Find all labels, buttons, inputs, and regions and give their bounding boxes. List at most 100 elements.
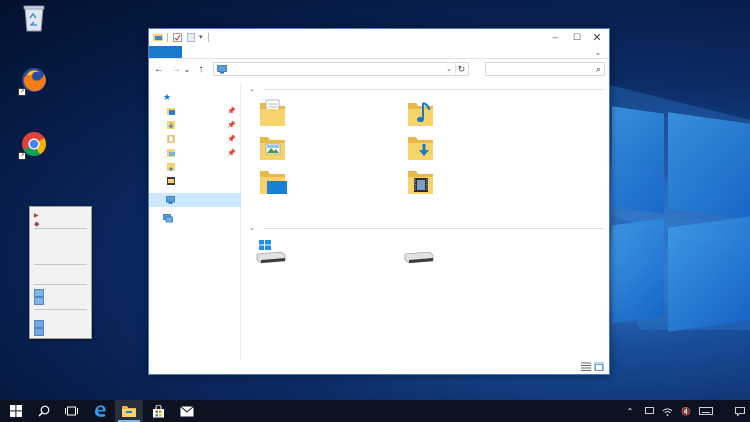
videos-folder-icon xyxy=(408,171,433,194)
mail-icon xyxy=(180,405,194,416)
mail-taskbar-button[interactable] xyxy=(173,400,201,422)
nav-item-pictures[interactable]: 📌 xyxy=(167,147,239,159)
menu-separator xyxy=(34,284,87,285)
folder-documents[interactable] xyxy=(257,97,289,129)
this-pc-icon xyxy=(217,64,227,73)
menu-separator xyxy=(34,228,87,229)
menu-separator xyxy=(34,309,87,310)
pin-icon[interactable]: 📌 xyxy=(227,121,236,129)
folder-desktop[interactable] xyxy=(257,165,289,197)
content-pane: ⌄ ⌄ xyxy=(243,83,609,361)
nav-quick-access[interactable]: ★ xyxy=(163,91,235,103)
desktop-folder-icon xyxy=(260,171,287,194)
file-explorer-icon xyxy=(122,406,136,417)
nav-item-downloads[interactable]: 📌 xyxy=(167,119,239,131)
address-bar[interactable]: ⌄ ↻ xyxy=(213,62,469,76)
pictures-folder-icon xyxy=(260,137,285,160)
ribbon-expand-chevron-icon[interactable]: ⌄ xyxy=(593,45,603,59)
show-hidden-icons-chevron-icon[interactable]: ⌃ xyxy=(624,405,636,417)
search-icon: ⌕ xyxy=(595,63,601,74)
details-view-button[interactable] xyxy=(581,362,591,371)
title-bar[interactable]: ▾ – ☐ ✕ xyxy=(149,29,609,45)
refresh-button[interactable]: ↻ xyxy=(455,63,467,75)
store-icon xyxy=(152,404,164,417)
pin-icon[interactable]: 📌 xyxy=(227,107,236,115)
documents-folder-icon xyxy=(260,99,285,126)
network-tray-icon xyxy=(644,406,654,414)
action-center-tray-icon[interactable] xyxy=(643,405,655,417)
shortcut-arrow-icon: ↗ xyxy=(18,152,26,160)
nav-item-desktop[interactable]: 📌 xyxy=(167,105,239,117)
large-icons-view-button[interactable] xyxy=(594,362,604,371)
search-icon xyxy=(38,405,50,417)
wallpaper-logo-pane xyxy=(668,216,750,332)
volume-muted-tray-icon[interactable]: 🔇 xyxy=(680,405,692,417)
file-explorer-taskbar-button[interactable] xyxy=(115,400,143,422)
nav-item-this-pc[interactable] xyxy=(149,193,241,207)
keyboard-tray-icon[interactable] xyxy=(698,405,714,417)
address-dropdown-icon[interactable]: ⌄ xyxy=(444,63,454,75)
wallpaper-logo-pane xyxy=(612,218,664,324)
store-taskbar-button[interactable] xyxy=(144,400,172,422)
recycle-bin-icon[interactable] xyxy=(16,0,52,36)
explorer-app-icon xyxy=(153,32,163,42)
folder-music[interactable] xyxy=(405,97,437,129)
close-button[interactable]: ✕ xyxy=(587,29,607,45)
quick-access-star-icon: ★ xyxy=(163,91,172,102)
folder-downloads[interactable] xyxy=(405,131,437,163)
maximize-button[interactable]: ☐ xyxy=(567,29,587,45)
context-menu-item[interactable] xyxy=(34,319,47,337)
customize-toolbar-chevron-icon[interactable]: ▾ xyxy=(199,33,203,41)
monitor-app-icon xyxy=(34,320,44,336)
shortcut-arrow-icon: ↗ xyxy=(18,88,26,96)
drive-data[interactable] xyxy=(403,239,435,271)
nav-item-videos[interactable] xyxy=(167,175,239,187)
group-header-devices[interactable]: ⌄ xyxy=(249,222,605,234)
nav-item-music[interactable] xyxy=(167,161,239,173)
recent-locations-button[interactable]: ⌄ xyxy=(183,62,191,76)
up-button[interactable]: ↑ xyxy=(194,62,208,76)
windows-drive-icon xyxy=(256,240,286,264)
folder-pictures[interactable] xyxy=(257,131,289,163)
edge-icon xyxy=(94,405,106,417)
properties-icon[interactable] xyxy=(172,32,182,42)
windows-logo-icon xyxy=(10,405,22,417)
drive-windows[interactable] xyxy=(255,239,287,271)
chrome-icon[interactable]: ↗ xyxy=(16,126,52,162)
group-header-folders[interactable]: ⌄ xyxy=(249,83,605,95)
pin-icon[interactable]: 📌 xyxy=(227,149,236,157)
edge-taskbar-button[interactable] xyxy=(86,400,114,422)
context-menu-item[interactable] xyxy=(34,288,47,306)
downloads-folder-small-icon xyxy=(167,121,175,129)
firefox-icon[interactable]: ↗ xyxy=(16,62,52,98)
collapse-chevron-icon: ⌄ xyxy=(249,225,255,232)
forward-button[interactable]: → xyxy=(169,62,183,76)
pin-icon[interactable]: 📌 xyxy=(227,135,236,143)
folder-videos[interactable] xyxy=(405,165,437,197)
diamond-icon: ◆ xyxy=(34,221,40,228)
notifications-icon xyxy=(735,406,745,416)
taskbar-search-button[interactable] xyxy=(30,400,58,422)
pointer-icon: ▶ xyxy=(34,212,39,219)
taskbar: ⌃ 🔇 xyxy=(0,400,750,422)
wifi-tray-icon[interactable] xyxy=(661,405,673,417)
keyboard-icon xyxy=(699,407,713,415)
start-button[interactable] xyxy=(2,400,30,422)
videos-folder-small-icon xyxy=(167,177,175,185)
search-input[interactable]: ⌕ xyxy=(485,62,605,76)
new-folder-icon[interactable] xyxy=(186,32,196,42)
notifications-tray-icon[interactable] xyxy=(734,405,746,417)
back-button[interactable]: ← xyxy=(152,62,166,76)
context-menu: ▶ ◆ xyxy=(29,206,92,339)
ribbon-tabs: ⌄ xyxy=(149,45,609,59)
large-icons-view-icon xyxy=(595,364,603,371)
file-tab[interactable] xyxy=(149,46,182,58)
nav-item-documents[interactable]: 📌 xyxy=(167,133,239,145)
wifi-icon xyxy=(662,408,672,416)
group-divider xyxy=(263,88,605,90)
nav-item-network[interactable] xyxy=(163,212,235,224)
menu-separator xyxy=(34,264,87,265)
this-pc-icon xyxy=(166,196,175,204)
task-view-button[interactable] xyxy=(57,400,85,422)
minimize-button[interactable]: – xyxy=(545,29,565,45)
